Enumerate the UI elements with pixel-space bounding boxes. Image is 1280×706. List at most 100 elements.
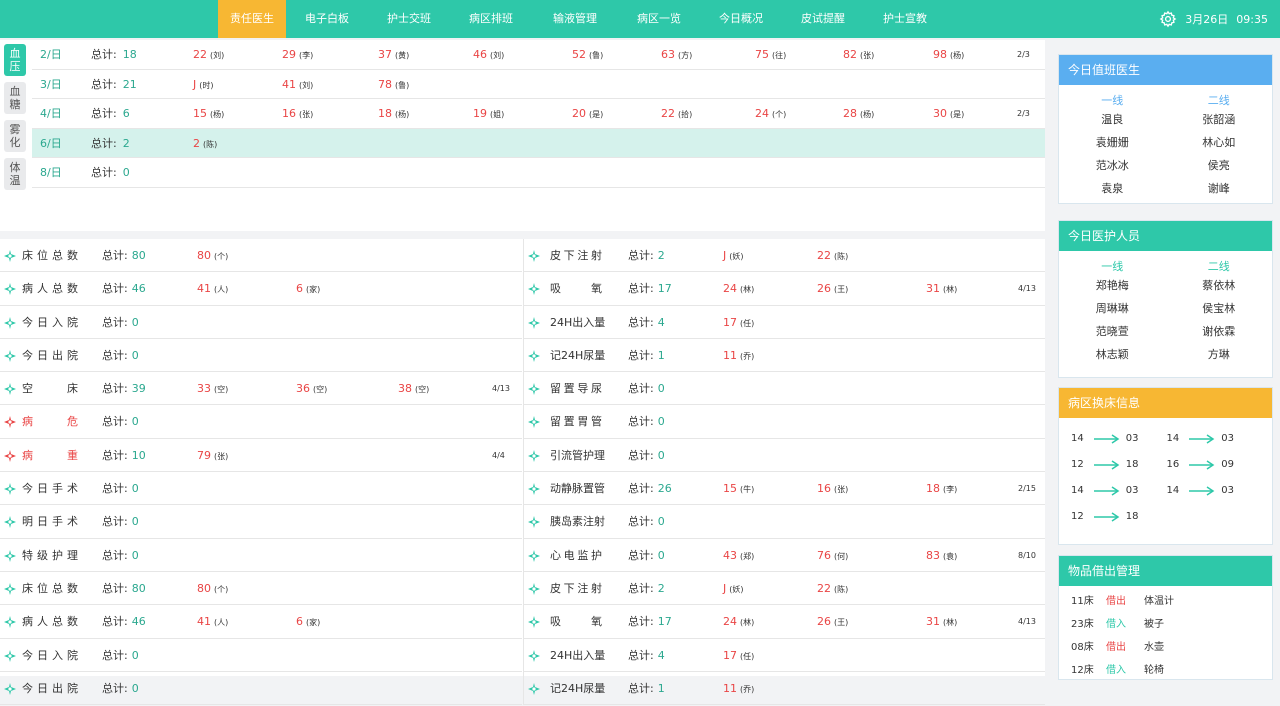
stat-row[interactable]: 吸氧 总计: 17 24 (林) 26 (王) 31 (林) 4/13 — [524, 272, 1045, 306]
bed-entry[interactable]: 22 (陈) — [817, 239, 848, 272]
bed-entry[interactable]: 31 (林) — [926, 605, 957, 638]
bed-entry[interactable]: 41 (人) — [197, 605, 228, 638]
bed-entry[interactable]: 80 (个) — [197, 239, 228, 272]
stat-row[interactable]: 留置胃管 总计: 0 — [524, 405, 1045, 439]
stat-row[interactable]: 24H出入量 总计: 4 17 (任) — [524, 639, 1045, 672]
stat-row[interactable]: 24H出入量 总计: 4 17 (任) — [524, 306, 1045, 339]
side-tab[interactable]: 血压 — [4, 44, 26, 76]
bed-entry[interactable]: 11 (乔) — [723, 339, 754, 372]
stat-row[interactable]: 明日手术 总计: 0 — [0, 505, 522, 539]
bed-entry[interactable]: 15 (牛) — [723, 472, 754, 505]
bed-entry[interactable]: 19 (姐) — [473, 99, 504, 128]
vitals-row[interactable]: 2/日 总计: 18 22 (刘) 29 (李) 37 (黄) 46 (刘) 52 (鲁) 63 (方) 75… — [32, 40, 1045, 70]
stat-row[interactable]: 病人总数 总计: 46 41 (人) 6 (家) — [0, 272, 522, 306]
stat-row[interactable]: 记24H尿量 总计: 1 11 (乔) — [524, 339, 1045, 373]
bed-entry[interactable]: 41 (人) — [197, 272, 228, 305]
page-indicator[interactable]: 4/13 — [1018, 605, 1036, 638]
vitals-row[interactable]: 4/日 总计: 6 15 (杨) 16 (张) 18 (杨) 19 (姐) 20 (是) 22 (拾) 24(… — [32, 99, 1045, 129]
bed-entry[interactable]: 24 (林) — [723, 272, 754, 305]
bed-entry[interactable]: 63 (方) — [661, 40, 692, 69]
bed-entry[interactable]: 36 (空) — [296, 372, 327, 405]
nav-tab[interactable]: 电子白板 — [286, 0, 368, 38]
bed-entry[interactable]: 52 (鲁) — [572, 40, 603, 69]
page-indicator[interactable]: 2/3 — [1017, 40, 1030, 69]
bed-entry[interactable]: J (妖) — [723, 572, 744, 605]
stat-row[interactable]: 皮下注射 总计: 2 J (妖) 22 (陈) — [524, 239, 1045, 273]
stat-row[interactable]: 今日出院 总计: 0 — [0, 339, 522, 373]
stat-row[interactable]: 动静脉置管 总计: 26 15 (牛) 16 (张) 18 (李) 2/15 — [524, 472, 1045, 506]
bed-entry[interactable]: 6 (家) — [296, 272, 320, 305]
bed-entry[interactable]: J (妖) — [723, 239, 744, 272]
side-tab[interactable]: 体温 — [4, 158, 26, 190]
stat-row[interactable]: 今日手术 总计: 0 — [0, 472, 522, 506]
item-loan-row[interactable]: 12床 借入 轮椅 — [1071, 659, 1272, 682]
stat-row[interactable]: 胰岛素注射 总计: 0 — [524, 505, 1045, 539]
stat-row[interactable]: 病人总数 总计: 46 41 (人) 6 (家) — [0, 605, 522, 639]
bed-entry[interactable]: 6 (家) — [296, 605, 320, 638]
bed-entry[interactable]: 22 (陈) — [817, 572, 848, 605]
stat-row[interactable]: 吸氧 总计: 17 24 (林) 26 (王) 31 (林) 4/13 — [524, 605, 1045, 639]
stat-row[interactable]: 心电监护 总计: 0 43 (郑) 76 (何) 83 (袁) 8/10 — [524, 539, 1045, 572]
side-tab[interactable]: 雾化 — [4, 120, 26, 152]
bed-entry[interactable]: 75 (往) — [755, 40, 786, 69]
bed-entry[interactable]: 28 (杨) — [843, 99, 874, 128]
stat-row[interactable]: 记24H尿量 总计: 1 11 (乔) — [524, 672, 1045, 706]
page-indicator[interactable]: 2/15 — [1018, 472, 1036, 505]
item-loan-row[interactable]: 08床 借出 水壶 — [1071, 636, 1272, 659]
page-indicator[interactable]: 8/10 — [1018, 539, 1036, 572]
stat-row[interactable]: 空床 总计: 39 33 (空) 36 (空) 38 (空) 4/13 — [0, 372, 522, 406]
nav-tab[interactable]: 护士宣教 — [864, 0, 946, 38]
bed-entry[interactable]: 20 (是) — [572, 99, 603, 128]
side-tab[interactable]: 血糖 — [4, 82, 26, 114]
bed-entry[interactable]: 24 (林) — [723, 605, 754, 638]
bed-entry[interactable]: 38 (空) — [398, 372, 429, 405]
nav-tab[interactable]: 皮试提醒 — [782, 0, 864, 38]
bed-entry[interactable]: 16 (张) — [817, 472, 848, 505]
bed-entry[interactable]: 16 (张) — [282, 99, 313, 128]
nav-tab[interactable]: 病区排班 — [450, 0, 532, 38]
stat-row[interactable]: 留置导尿 总计: 0 — [524, 372, 1045, 406]
bed-entry[interactable]: 76 (何) — [817, 539, 848, 572]
stat-row[interactable]: 病危 总计: 0 — [0, 405, 522, 439]
bed-entry[interactable]: 26 (王) — [817, 605, 848, 638]
stat-row[interactable]: 今日入院 总计: 0 — [0, 639, 522, 672]
page-indicator[interactable]: 2/3 — [1017, 99, 1030, 128]
gear-icon[interactable] — [1159, 10, 1177, 28]
bed-entry[interactable]: 78 (鲁) — [378, 70, 409, 99]
item-loan-row[interactable]: 11床 借出 体温计 — [1071, 590, 1272, 613]
stat-row[interactable]: 特级护理 总计: 0 — [0, 539, 522, 572]
bed-entry[interactable]: 43 (郑) — [723, 539, 754, 572]
vitals-row[interactable]: 3/日 总计: 21 J (时) 41 (刘) 78 (鲁) — [32, 70, 1045, 100]
bed-entry[interactable]: 41 (刘) — [282, 70, 313, 99]
bed-entry[interactable]: 33 (空) — [197, 372, 228, 405]
page-indicator[interactable]: 4/4 — [492, 439, 505, 472]
bed-entry[interactable]: 22 (刘) — [193, 40, 224, 69]
page-indicator[interactable]: 4/13 — [1018, 272, 1036, 305]
nav-tab[interactable]: 病区一览 — [618, 0, 700, 38]
vitals-row[interactable]: 6/日 总计: 2 2 (陈) — [32, 128, 1045, 159]
stat-row[interactable]: 皮下注射 总计: 2 J (妖) 22 (陈) — [524, 572, 1045, 606]
bed-entry[interactable]: 26 (王) — [817, 272, 848, 305]
nav-tab[interactable]: 护士交班 — [368, 0, 450, 38]
bed-entry[interactable]: 15 (杨) — [193, 99, 224, 128]
stat-row[interactable]: 床位总数 总计: 80 80 (个) — [0, 239, 522, 273]
bed-entry[interactable]: 46 (刘) — [473, 40, 504, 69]
nav-tab[interactable]: 责任医生 — [218, 0, 286, 38]
bed-entry[interactable]: 37 (黄) — [378, 40, 409, 69]
bed-entry[interactable]: 98 (杨) — [933, 40, 964, 69]
bed-entry[interactable]: 18 (李) — [926, 472, 957, 505]
bed-entry[interactable]: 17 (任) — [723, 639, 754, 672]
page-indicator[interactable]: 4/13 — [492, 372, 510, 405]
stat-row[interactable]: 今日入院 总计: 0 — [0, 306, 522, 339]
bed-entry[interactable]: 31 (林) — [926, 272, 957, 305]
bed-entry[interactable]: 22 (拾) — [661, 99, 692, 128]
vitals-row[interactable]: 8/日 总计: 0 — [32, 158, 1045, 188]
bed-entry[interactable]: 29 (李) — [282, 40, 313, 69]
stat-row[interactable]: 今日出院 总计: 0 — [0, 672, 522, 706]
bed-entry[interactable]: 30 (是) — [933, 99, 964, 128]
bed-entry[interactable]: 83 (袁) — [926, 539, 957, 572]
stat-row[interactable]: 病重 总计: 10 79 (张) 4/4 — [0, 439, 522, 473]
bed-entry[interactable]: J (时) — [193, 70, 214, 99]
stat-row[interactable]: 引流管护理 总计: 0 — [524, 439, 1045, 473]
bed-entry[interactable]: 24 (个) — [755, 99, 786, 128]
